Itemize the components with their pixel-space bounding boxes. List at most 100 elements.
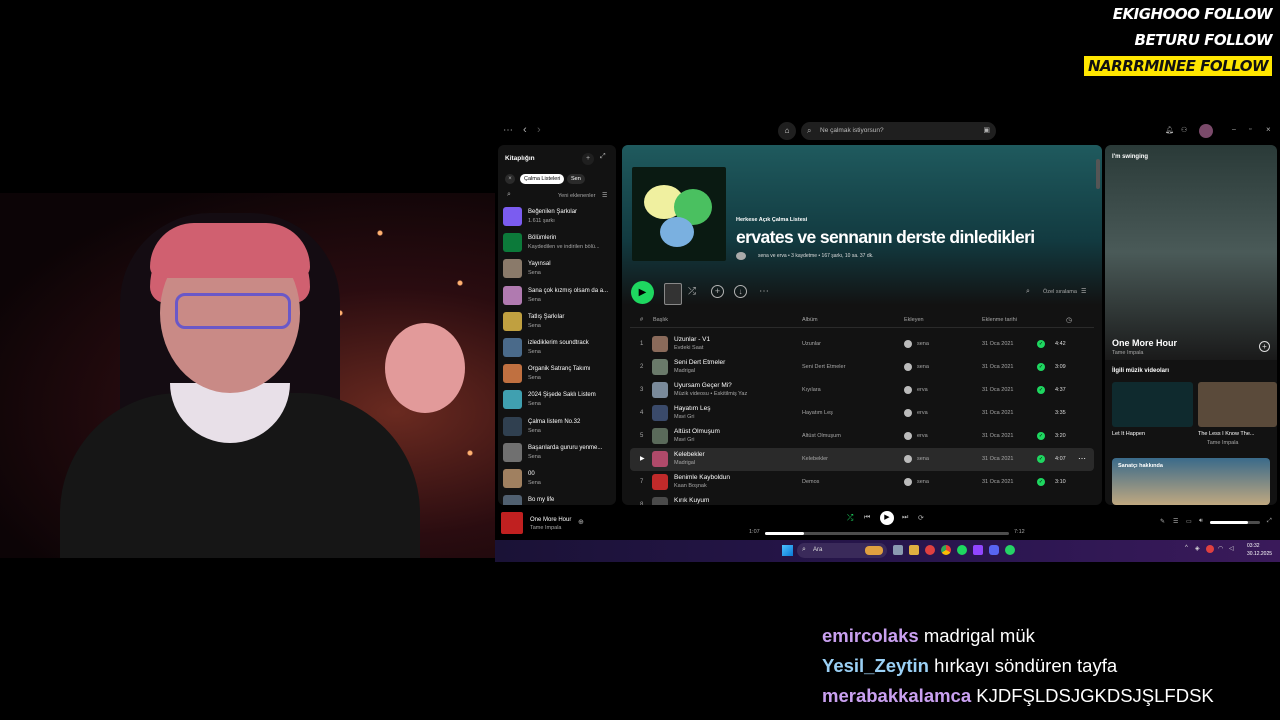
row-play-icon[interactable]: ▶: [640, 455, 645, 462]
whatsapp-icon[interactable]: [1005, 545, 1015, 555]
track-row[interactable]: 7 Benimle Kayboldun Kaan Boşnak Demos se…: [630, 471, 1094, 494]
twitch-icon[interactable]: [973, 545, 983, 555]
row-more-icon[interactable]: ⋯: [1078, 454, 1086, 463]
library-sort[interactable]: Yeni eklenenler: [558, 193, 595, 199]
task-view-icon[interactable]: [893, 545, 903, 555]
library-item[interactable]: Beğenilen Şarkılar 1.611 şarkı: [503, 206, 613, 228]
video-thumb-2[interactable]: [1198, 382, 1277, 427]
maximize-icon[interactable]: ▫: [1249, 126, 1251, 133]
library-item[interactable]: Bo my life: [503, 494, 613, 505]
video-title-2[interactable]: The Less I Know The...: [1198, 431, 1254, 437]
library-item[interactable]: Yayınsal Sena: [503, 258, 613, 280]
library-item[interactable]: Bölümlerin Kaydedilen ve indirilen bölü.…: [503, 232, 613, 254]
track-title[interactable]: Kelebekler: [674, 451, 705, 458]
track-artist[interactable]: Mavi Gri: [674, 437, 694, 443]
speaker-icon[interactable]: ◁: [1229, 545, 1234, 552]
download-icon[interactable]: ↓: [734, 285, 747, 298]
scrollbar[interactable]: [1096, 159, 1100, 189]
video-title-1[interactable]: Let It Happen: [1112, 431, 1145, 437]
avatar[interactable]: [1199, 124, 1213, 138]
track-row[interactable]: 8 Kırık Kuyum: [630, 494, 1094, 505]
library-search-icon[interactable]: ⌕: [507, 191, 511, 199]
library-item[interactable]: Başarılarda gururu yenme... Sena: [503, 442, 613, 464]
spotify-taskbar-icon[interactable]: [957, 545, 967, 555]
column-added-by[interactable]: Ekleyen: [904, 317, 924, 323]
library-item[interactable]: 00 Sena: [503, 468, 613, 490]
track-row[interactable]: 2 Seni Dert Etmeler Madrigal Seni Dert E…: [630, 356, 1094, 379]
chrome-icon[interactable]: [941, 545, 951, 555]
library-item[interactable]: Organik Satranç Takımı Sena: [503, 363, 613, 385]
volume-slider[interactable]: [1210, 521, 1260, 524]
discord-icon[interactable]: [989, 545, 999, 555]
back-arrow-icon[interactable]: ‹: [523, 124, 527, 136]
queue-icon[interactable]: ☰: [1173, 518, 1178, 525]
track-title[interactable]: Hayatım Leş: [674, 405, 711, 412]
saved-check-icon[interactable]: ✓: [1037, 340, 1045, 348]
previous-icon[interactable]: ⏮: [864, 514, 870, 522]
bell-icon[interactable]: 🔔︎: [1165, 126, 1174, 134]
track-title[interactable]: Kırık Kuyum: [674, 497, 709, 504]
shuffle-player-icon[interactable]: ⤮: [847, 513, 853, 523]
playlist-mini-cover[interactable]: [664, 283, 682, 305]
saved-check-icon[interactable]: ✓: [1037, 455, 1045, 463]
close-icon[interactable]: ×: [1266, 125, 1271, 134]
track-album[interactable]: Demos: [802, 479, 819, 485]
plus-icon[interactable]: +: [582, 153, 594, 165]
column-title[interactable]: Başlık: [653, 317, 668, 323]
player-track-title[interactable]: One More Hour: [530, 517, 571, 523]
taskbar-search[interactable]: ⌕ Ara: [797, 543, 887, 558]
clear-filter-icon[interactable]: ×: [505, 174, 515, 184]
track-title[interactable]: Benimle Kayboldun: [674, 474, 730, 481]
track-row[interactable]: 4 Hayatım Leş Mavi Gri Hayatım Leş erva …: [630, 402, 1094, 425]
repeat-icon[interactable]: ⟳: [918, 514, 924, 522]
now-playing-artist[interactable]: Tame Impala: [1112, 350, 1144, 356]
column-date[interactable]: Eklenme tarihi: [982, 317, 1017, 323]
opera-icon[interactable]: [925, 545, 935, 555]
track-artist[interactable]: Kaan Boşnak: [674, 483, 707, 489]
progress-bar[interactable]: [765, 532, 1009, 535]
saved-check-icon[interactable]: ✓: [1037, 363, 1045, 371]
track-row[interactable]: 5 Altüst Olmuşum Mavi Gri Altüst Olmuşum…: [630, 425, 1094, 448]
clock-time[interactable]: 03:32: [1247, 543, 1260, 549]
fullscreen-icon[interactable]: ⤢: [1267, 518, 1272, 525]
list-view-icon[interactable]: ☰: [602, 192, 607, 199]
track-row[interactable]: 3 Uyursam Geçer Mi? Müzik videosu • Eski…: [630, 379, 1094, 402]
track-title[interactable]: Uyursam Geçer Mi?: [674, 382, 732, 389]
library-item[interactable]: Tatlış Şarkılar Sena: [503, 311, 613, 333]
library-item[interactable]: izlediklerim soundtrack Sena: [503, 337, 613, 359]
video-thumb-1[interactable]: [1112, 382, 1193, 427]
wifi-icon[interactable]: ◠: [1218, 545, 1223, 552]
home-icon[interactable]: ⌂: [778, 122, 796, 140]
more-options-icon[interactable]: ⋯: [759, 286, 769, 297]
pause-button[interactable]: ▶: [880, 511, 894, 525]
track-album[interactable]: Kelebekler: [802, 456, 828, 462]
track-title[interactable]: Seni Dert Etmeler: [674, 359, 725, 366]
track-artist[interactable]: Madrigal: [674, 368, 695, 374]
search-bar[interactable]: ⌕ Ne çalmak istiyorsun? ▣: [801, 122, 996, 140]
library-item[interactable]: Sana çok kızmış olsam da a... Sena: [503, 285, 613, 307]
tray-chevron-icon[interactable]: ^: [1185, 545, 1188, 551]
library-item[interactable]: 2024 Şişede Saklı Listem Sena: [503, 389, 613, 411]
filter-chip-you[interactable]: Sen: [567, 174, 585, 184]
play-button[interactable]: ▶: [631, 281, 654, 304]
clock-date[interactable]: 30.12.2025: [1247, 551, 1272, 557]
save-track-icon[interactable]: +: [1259, 341, 1270, 352]
track-artist[interactable]: Müzik videosu • Eskitilmiş Yaz: [674, 391, 747, 397]
player-artist[interactable]: Tame Impala: [530, 525, 562, 531]
track-album[interactable]: Seni Dert Etmeler: [802, 364, 845, 370]
sort-list-icon[interactable]: ☰: [1081, 288, 1086, 295]
filter-chip-playlists[interactable]: Çalma Listeleri: [520, 174, 565, 184]
device-icon[interactable]: ▭: [1186, 518, 1192, 525]
add-icon[interactable]: +: [711, 285, 724, 298]
expand-icon[interactable]: ⤢: [600, 153, 606, 161]
add-to-library-icon[interactable]: ⊕: [578, 518, 584, 526]
track-album[interactable]: Hayatım Leş: [802, 410, 833, 416]
column-album[interactable]: Albüm: [802, 317, 818, 323]
minimize-icon[interactable]: –: [1232, 126, 1236, 133]
track-row[interactable]: 1 Uzunlar - V1 Evdeki Saat Uzunlar sena …: [630, 333, 1094, 356]
track-artist[interactable]: Madrigal: [674, 460, 695, 466]
track-row[interactable]: ▶ Kelebekler Madrigal Kelebekler sena 31…: [630, 448, 1094, 471]
next-icon[interactable]: ⏭: [902, 514, 908, 522]
friends-icon[interactable]: ⚇: [1181, 126, 1187, 134]
track-artist[interactable]: Evdeki Saat: [674, 345, 703, 351]
